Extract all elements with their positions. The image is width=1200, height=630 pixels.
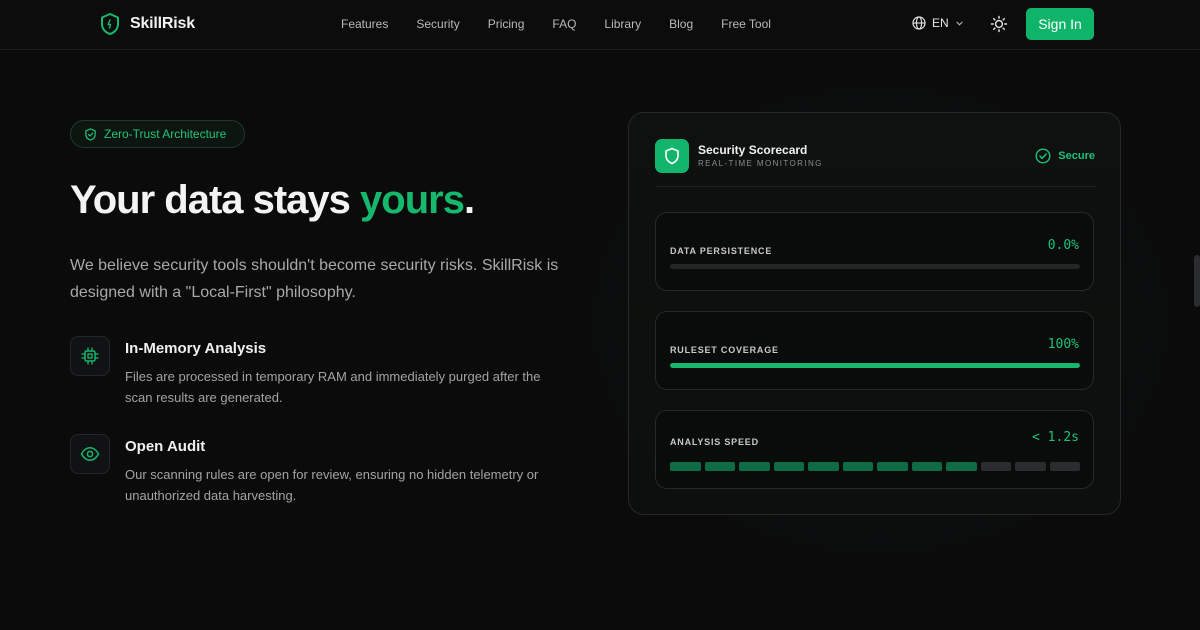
speed-segment [773, 462, 804, 471]
metric-analysis-speed: ANALYSIS SPEED < 1.2s [655, 410, 1094, 489]
metric-data-persistence: DATA PERSISTENCE 0.0% [655, 212, 1094, 291]
scorecard-header: Security Scorecard REAL-TIME MONITORING … [655, 139, 1095, 187]
shield-logo-icon [101, 13, 119, 35]
sign-in-button[interactable]: Sign In [1026, 8, 1094, 40]
top-nav: SkillRisk Features Security Pricing FAQ … [0, 0, 1200, 50]
speed-segment [980, 462, 1011, 471]
nav-link-features[interactable]: Features [341, 17, 388, 31]
speed-segment [704, 462, 735, 471]
language-label: EN [932, 16, 949, 30]
secure-status: Secure [1035, 148, 1095, 164]
metric-value: < 1.2s [1032, 430, 1079, 445]
feature-description: Our scanning rules are open for review, … [125, 467, 539, 503]
speed-segment [739, 462, 770, 471]
brand-name: SkillRisk [130, 15, 195, 32]
speed-segment [911, 462, 942, 471]
nav-link-pricing[interactable]: Pricing [488, 17, 525, 31]
speed-segment [842, 462, 873, 471]
progress-track [670, 264, 1080, 269]
feature-icon-box [70, 336, 110, 376]
nav-link-free-tool[interactable]: Free Tool [721, 17, 771, 31]
logo[interactable]: SkillRisk [100, 13, 195, 35]
metric-label: ANALYSIS SPEED [670, 437, 759, 447]
speed-segment [670, 462, 701, 471]
nav-link-faq[interactable]: FAQ [552, 17, 576, 31]
language-selector[interactable]: EN [912, 16, 964, 30]
nav-link-blog[interactable]: Blog [669, 17, 693, 31]
shield-check-icon [85, 127, 96, 141]
feature-icon-box [70, 434, 110, 474]
check-circle-icon [1035, 148, 1051, 164]
metric-label: DATA PERSISTENCE [670, 246, 773, 256]
scorecard-title: Security Scorecard [698, 143, 808, 157]
hero-headline: Your data stays yours. [70, 178, 475, 223]
scorecard-subtitle: REAL-TIME MONITORING [698, 159, 823, 168]
progress-fill [670, 363, 1080, 368]
nav-link-security[interactable]: Security [416, 17, 459, 31]
headline-main: Your data stays [70, 178, 361, 222]
speed-segment [877, 462, 908, 471]
headline-end: . [463, 178, 475, 222]
feature-title: Open Audit [125, 438, 206, 455]
nav-links: Features Security Pricing FAQ Library Bl… [341, 17, 799, 31]
speed-segment [1015, 462, 1046, 471]
status-label: Secure [1058, 150, 1095, 162]
speed-segment [808, 462, 839, 471]
headline-accent: yours [360, 178, 465, 222]
feature-description: Files are processed in temporary RAM and… [125, 369, 541, 405]
shield-icon [665, 147, 679, 165]
metric-label: RULESET COVERAGE [670, 345, 779, 355]
scorecard-icon-box [655, 139, 689, 173]
globe-icon [912, 16, 926, 30]
metric-value: 0.0% [1047, 238, 1079, 253]
chevron-down-icon [956, 21, 963, 26]
progress-track [670, 363, 1080, 368]
badge-label: Zero-Trust Architecture [104, 127, 227, 141]
hero-lead: We believe security tools shouldn't beco… [70, 257, 559, 301]
security-scorecard: Security Scorecard REAL-TIME MONITORING … [628, 112, 1121, 515]
metric-ruleset-coverage: RULESET COVERAGE 100% [655, 311, 1094, 390]
nav-link-library[interactable]: Library [604, 17, 641, 31]
sun-icon[interactable] [990, 15, 1008, 33]
eye-icon [80, 447, 100, 461]
speed-segments [670, 462, 1080, 471]
zero-trust-badge: Zero-Trust Architecture [70, 120, 245, 148]
metric-value: 100% [1047, 337, 1079, 352]
speed-segment [946, 462, 977, 471]
speed-segment [1049, 462, 1080, 471]
feature-title: In-Memory Analysis [125, 340, 267, 357]
chip-icon [81, 347, 99, 365]
